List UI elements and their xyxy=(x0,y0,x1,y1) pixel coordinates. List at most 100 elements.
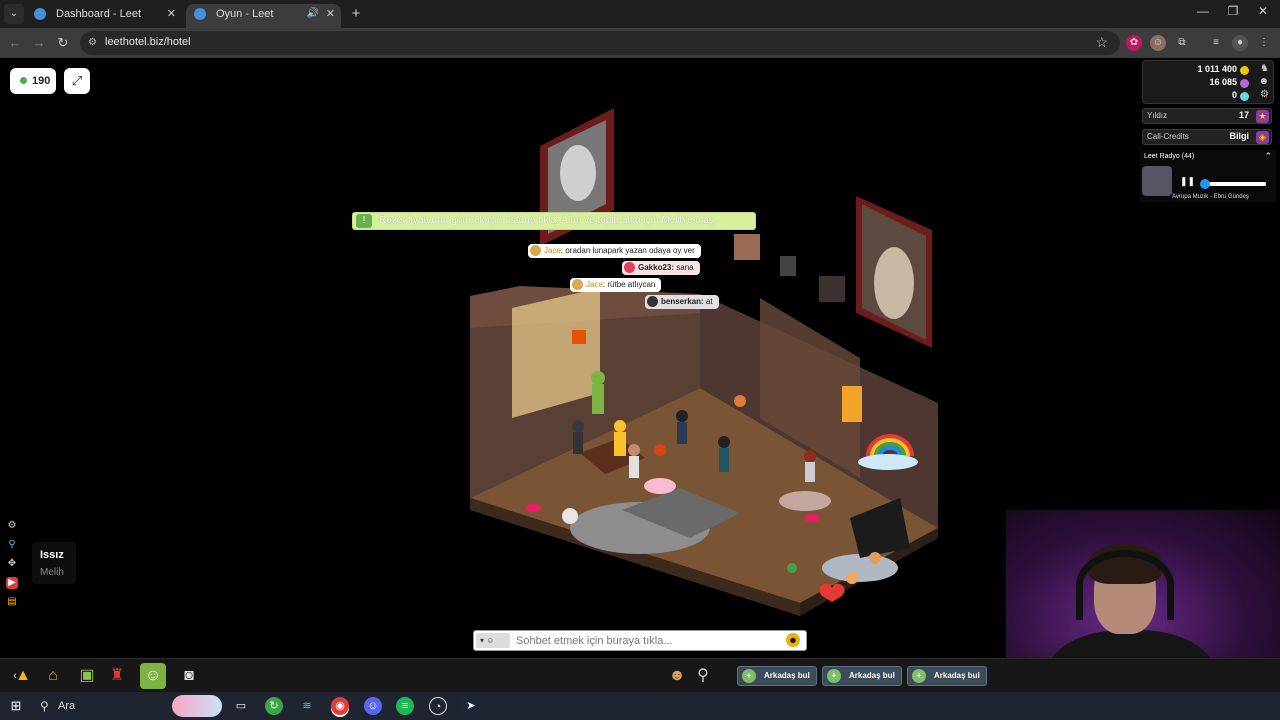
leet-favicon-icon xyxy=(34,8,46,20)
settings-gear-icon[interactable]: ⚙ xyxy=(1260,89,1269,100)
windows-start-icon[interactable]: ⊞ xyxy=(8,698,24,714)
game-viewport[interactable]: 190 ⤢ 1 011 400 16 085 0 ♞ ☻ ⚙ Yıldız 17… xyxy=(0,58,1280,720)
tab-search-button[interactable]: ⌄ xyxy=(4,4,24,24)
url-text: leethotel.biz/hotel xyxy=(105,36,191,48)
task-view-icon[interactable]: ▭ xyxy=(232,697,250,715)
diamonds-icon xyxy=(1240,92,1249,101)
app-icon[interactable]: ↻ xyxy=(265,697,283,715)
gear-icon[interactable]: ⚙ xyxy=(6,520,18,532)
obs-icon[interactable]: ◔ xyxy=(429,697,447,715)
help-icon[interactable]: ♞ xyxy=(1260,63,1269,74)
call-credits-label: Call-Credits xyxy=(1147,132,1189,141)
radio-track: Avrupa Muzik - Ebru Gündeş xyxy=(1172,194,1249,200)
speaker-icon[interactable]: 🔊 xyxy=(307,4,319,24)
discord-icon[interactable]: ☺ xyxy=(364,697,382,715)
extension-icon[interactable]: ✿ xyxy=(1126,35,1142,51)
messenger-icon[interactable]: ☻ xyxy=(664,663,690,689)
shop-icon[interactable]: ♜ xyxy=(104,663,130,689)
volume-knob[interactable] xyxy=(1200,179,1211,189)
taskbar-search-label: Ara xyxy=(58,700,76,712)
stars-label: Yıldız xyxy=(1147,111,1168,120)
extensions-puzzle-icon[interactable]: ⧉ xyxy=(1174,35,1190,51)
camera-icon[interactable]: ◙ xyxy=(176,663,202,689)
chrome-icon[interactable]: ◉ xyxy=(331,697,349,715)
browser-toolbar: ← → ↻ ⚙ leethotel.biz/hotel ☆ ✿ ☺ ⧉ ≡ ● … xyxy=(0,28,1280,58)
chat-bubble[interactable]: Jace: oradan lunapark yazan odaya oy ver xyxy=(528,244,701,258)
radio-title: Leet Radyo (44) xyxy=(1144,153,1195,160)
user-avatar-icon xyxy=(624,262,635,273)
search-icon: ⚲ xyxy=(40,699,49,713)
steam-icon[interactable]: ➤ xyxy=(462,697,480,715)
add-friend-icon: + xyxy=(912,669,926,683)
find-friend-button[interactable]: + Arkadaş bul xyxy=(822,666,902,686)
volume-slider[interactable] xyxy=(1202,182,1266,186)
credits-amount: 1 011 400 xyxy=(1197,64,1237,74)
search-highlight-image xyxy=(172,695,222,717)
chevron-up-icon[interactable]: ⌃ xyxy=(1264,151,1272,162)
online-users-pill[interactable]: 190 xyxy=(10,68,56,94)
add-friend-icon: + xyxy=(742,669,756,683)
catalog-icon[interactable]: ▲ xyxy=(10,663,36,689)
chat-bubble[interactable]: Jace: rütbe atlıycan xyxy=(570,278,662,292)
emoji-icon[interactable]: ☻ xyxy=(786,633,800,647)
close-window-button[interactable]: ✕ xyxy=(1248,4,1278,18)
menu-kebab-icon[interactable]: ⋮ xyxy=(1256,35,1272,51)
chat-username: benserkan: xyxy=(661,297,704,306)
room-info-box[interactable]: Issız Melih xyxy=(32,542,76,584)
chat-text: : rütbe atlıycan xyxy=(602,280,656,289)
close-tab-icon[interactable]: ✕ xyxy=(167,4,176,24)
tab-title: Oyun - Leet xyxy=(216,8,274,20)
badges-icon[interactable]: ☻ xyxy=(1258,76,1269,87)
diamonds-amount: 0 xyxy=(1231,90,1237,100)
back-button[interactable]: ← xyxy=(6,34,24,52)
call-credits-box[interactable]: Call-Credits Bilgi ◈ xyxy=(1142,129,1272,145)
media-controls-icon[interactable]: ≡ xyxy=(1208,35,1224,51)
chat-input-bar[interactable]: ▾ ☺ Sohbet etmek için buraya tıkla... ☻ xyxy=(473,630,807,651)
chat-style-selector[interactable]: ▾ ☺ xyxy=(476,633,510,648)
close-tab-icon[interactable]: ✕ xyxy=(326,4,335,24)
user-avatar-icon xyxy=(572,279,583,290)
windows-taskbar: ⊞ ⚲ Ara ▭ ↻ ≋ ◉ ☺ ≡ ◔ ➤ xyxy=(0,692,1280,720)
youtube-icon[interactable]: ▶ xyxy=(6,577,18,589)
reload-button[interactable]: ↻ xyxy=(54,34,72,52)
tab-oyun[interactable]: Oyun - Leet 🔊 ✕ xyxy=(186,4,341,28)
navigator-icon[interactable]: ⌂ xyxy=(40,663,66,689)
chat-bubble[interactable]: Gakko23: sana xyxy=(622,261,700,275)
tab-dashboard[interactable]: Dashboard - Leet ✕ xyxy=(26,4,182,28)
find-friend-button[interactable]: + Arkadaş bul xyxy=(907,666,987,686)
profile-avatar-icon[interactable]: ● xyxy=(1232,35,1248,51)
fullscreen-button[interactable]: ⤢ xyxy=(64,68,90,94)
site-info-icon[interactable]: ⚙ xyxy=(88,37,100,49)
chat-username: Gakko23: xyxy=(638,263,675,272)
purse-panel: 1 011 400 16 085 0 ♞ ☻ ⚙ xyxy=(1142,60,1274,104)
controller-icon[interactable]: ✥ xyxy=(6,558,18,570)
alert-icon: ! xyxy=(356,214,372,228)
restore-button[interactable]: ❐ xyxy=(1218,4,1248,18)
new-tab-button[interactable]: + xyxy=(346,4,366,24)
search-friends-icon[interactable]: ⚲ xyxy=(690,663,716,689)
credits-coin-icon xyxy=(1240,66,1249,75)
extension-icon[interactable]: ☺ xyxy=(1150,35,1166,51)
badge-notice[interactable]: ! Rozet fiyatlarını görmek için üstüne t… xyxy=(352,212,756,230)
browser-tab-bar: ⌄ Dashboard - Leet ✕ Oyun - Leet 🔊 ✕ + —… xyxy=(0,0,1280,28)
stars-box[interactable]: Yıldız 17 ★ xyxy=(1142,108,1272,124)
tab-title: Dashboard - Leet xyxy=(56,8,141,20)
chat-bubble[interactable]: benserkan: at xyxy=(645,295,719,309)
room-tools: ⚙ ⚲ ✥ ▶ ▤ xyxy=(6,520,20,615)
room-name: Issız xyxy=(40,549,64,561)
app-icon[interactable]: ≋ xyxy=(298,697,316,715)
pin-icon[interactable]: ⚲ xyxy=(6,539,18,551)
user-avatar-icon xyxy=(647,296,658,307)
avatar-icon[interactable]: ☺ xyxy=(140,663,166,689)
room-owner: Melih xyxy=(40,567,64,578)
inventory-icon[interactable]: ▣ xyxy=(74,663,100,689)
minimize-button[interactable]: — xyxy=(1188,4,1218,18)
pause-icon[interactable]: ❚❚ xyxy=(1180,176,1195,187)
spotify-icon[interactable]: ≡ xyxy=(396,697,414,715)
find-friend-button[interactable]: + Arkadaş bul xyxy=(737,666,817,686)
chat-input[interactable]: Sohbet etmek için buraya tıkla... xyxy=(516,635,673,647)
bookmark-star-icon[interactable]: ☆ xyxy=(1095,34,1108,51)
address-bar[interactable]: ⚙ leethotel.biz/hotel ☆ xyxy=(80,31,1120,55)
forward-button[interactable]: → xyxy=(30,34,48,52)
clipboard-icon[interactable]: ▤ xyxy=(6,596,18,608)
